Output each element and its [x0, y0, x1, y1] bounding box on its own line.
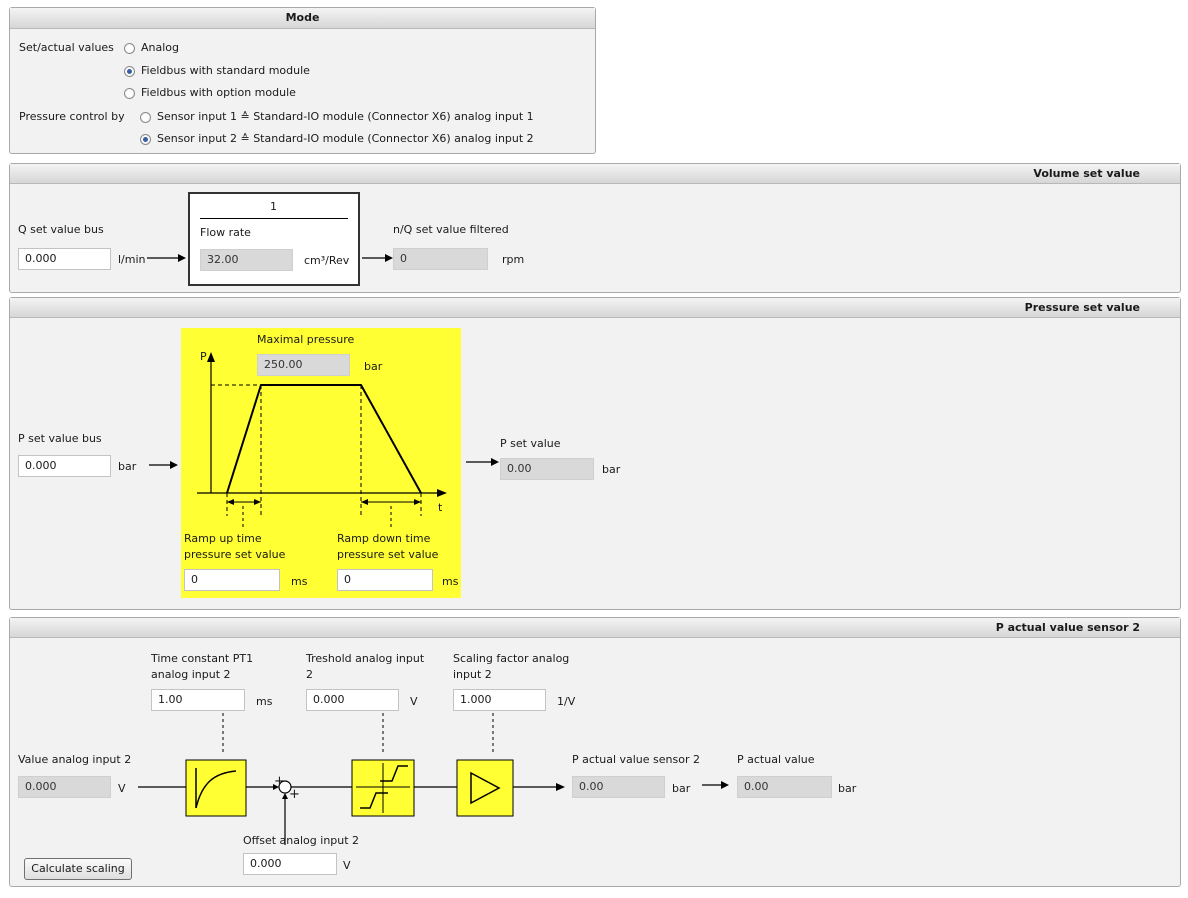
q-set-value-input[interactable]: 0.000: [18, 248, 111, 270]
sensor-header: P actual value sensor 2: [10, 618, 1180, 638]
q-unit: l/min: [118, 253, 146, 266]
offset-unit: V: [343, 859, 351, 872]
nq-unit: rpm: [502, 253, 525, 266]
ramp-down-unit: ms: [442, 575, 459, 588]
threshold-input[interactable]: 0.000: [306, 689, 399, 711]
pressure-header: Pressure set value: [10, 298, 1180, 318]
calculate-scaling-button[interactable]: Calculate scaling: [24, 858, 132, 880]
fraction-line: [200, 218, 348, 219]
q-set-value-label: Q set value bus: [18, 223, 104, 236]
scaling-factor-input[interactable]: 1.000: [453, 689, 546, 711]
value-analog-unit: V: [118, 782, 126, 795]
value-analog-input-field: 0.000: [18, 776, 111, 798]
arrow-to-flowrate-icon: [147, 254, 186, 262]
flow-rate-value: 32.00: [200, 249, 293, 271]
p-actual-value-unit: bar: [838, 782, 857, 795]
pressure-panel: Pressure set value P set value bus 0.000…: [9, 297, 1181, 610]
set-actual-values-label: Set/actual values: [19, 41, 114, 54]
offset-input[interactable]: 0.000: [243, 853, 337, 875]
pt1-label-1: Time constant PT1: [151, 652, 254, 665]
radio-sensor-input-1-label[interactable]: Sensor input 1 ≙ Standard-IO module (Con…: [157, 110, 534, 123]
sensor-output-label: P actual value sensor 2: [572, 753, 700, 766]
value-analog-input-label: Value analog input 2: [18, 753, 132, 766]
arrow-to-p-set-icon: [466, 458, 499, 466]
flow-rate-label: Flow rate: [200, 226, 251, 239]
p-set-value-bus-label: P set value bus: [18, 432, 102, 445]
pt1-time-constant-input[interactable]: 1.00: [151, 689, 245, 711]
ramp-profile-diagram: [197, 352, 447, 528]
sensor-panel: P actual value sensor 2 Time constant PT…: [9, 617, 1181, 887]
ramp-up-time-input[interactable]: 0: [184, 569, 280, 591]
mode-panel: Mode Set/actual values Analog Fieldbus w…: [9, 7, 596, 154]
p-set-value-field: 0.00: [500, 458, 594, 480]
scaling-unit: 1/V: [557, 695, 576, 708]
flow-numerator: 1: [270, 200, 277, 213]
pt1-label-2: analog input 2: [151, 668, 231, 681]
volume-header: Volume set value: [10, 164, 1180, 184]
ramp-up-label-1: Ramp up time: [184, 532, 262, 545]
offset-label: Offset analog input 2: [243, 834, 360, 847]
threshold-label-1: Treshold analog input: [306, 652, 425, 665]
radio-analog[interactable]: [124, 43, 135, 54]
radio-sensor-input-1[interactable]: [140, 112, 151, 123]
p-bus-unit: bar: [118, 460, 137, 473]
threshold-label-2: 2: [306, 668, 313, 681]
ramp-up-unit: ms: [291, 575, 308, 588]
radio-fieldbus-option-label[interactable]: Fieldbus with option module: [141, 86, 296, 99]
arrow-to-actual-icon: [702, 781, 729, 789]
ramp-down-label-1: Ramp down time: [337, 532, 431, 545]
p-set-value-bus-input[interactable]: 0.000: [18, 455, 111, 477]
p-set-value-label: P set value: [500, 437, 561, 450]
volume-panel: Volume set value Q set value bus 0.000 l…: [9, 163, 1181, 293]
flow-rate-box: 1 Flow rate 32.00 cm³/Rev: [188, 192, 360, 286]
radio-analog-label[interactable]: Analog: [141, 41, 179, 54]
sensor-output-unit: bar: [672, 782, 691, 795]
axis-p-label: P: [200, 350, 207, 363]
sum-plus-bottom: +: [289, 787, 300, 802]
scaling-label-2: input 2: [453, 668, 492, 681]
nq-set-value-label: n/Q set value filtered: [393, 223, 509, 236]
radio-sensor-input-2-label[interactable]: Sensor input 2 ≙ Standard-IO module (Con…: [157, 132, 534, 145]
ramp-up-label-2: pressure set value: [184, 548, 286, 561]
radio-sensor-input-2[interactable]: [140, 134, 151, 145]
radio-fieldbus-standard[interactable]: [124, 66, 135, 77]
sum-plus-top: +: [274, 774, 285, 789]
flow-rate-unit: cm³/Rev: [304, 254, 350, 267]
p-actual-value-field: 0.00: [737, 776, 832, 798]
sensor-output-field: 0.00: [572, 776, 665, 798]
pressure-control-label: Pressure control by: [19, 110, 125, 123]
ramp-down-label-2: pressure set value: [337, 548, 439, 561]
arrow-to-ramp-icon: [149, 461, 178, 469]
scaling-label-1: Scaling factor analog: [453, 652, 570, 665]
nq-set-value-field: 0: [393, 248, 488, 270]
threshold-unit: V: [410, 695, 418, 708]
mode-header: Mode: [10, 8, 595, 29]
signal-chain-diagram: [138, 713, 565, 845]
radio-fieldbus-option[interactable]: [124, 88, 135, 99]
ramp-down-time-input[interactable]: 0: [337, 569, 433, 591]
radio-fieldbus-standard-label[interactable]: Fieldbus with standard module: [141, 64, 310, 77]
p-set-unit: bar: [602, 463, 621, 476]
pt1-unit: ms: [256, 695, 273, 708]
axis-t-label: t: [438, 501, 443, 514]
p-actual-value-label: P actual value: [737, 753, 815, 766]
